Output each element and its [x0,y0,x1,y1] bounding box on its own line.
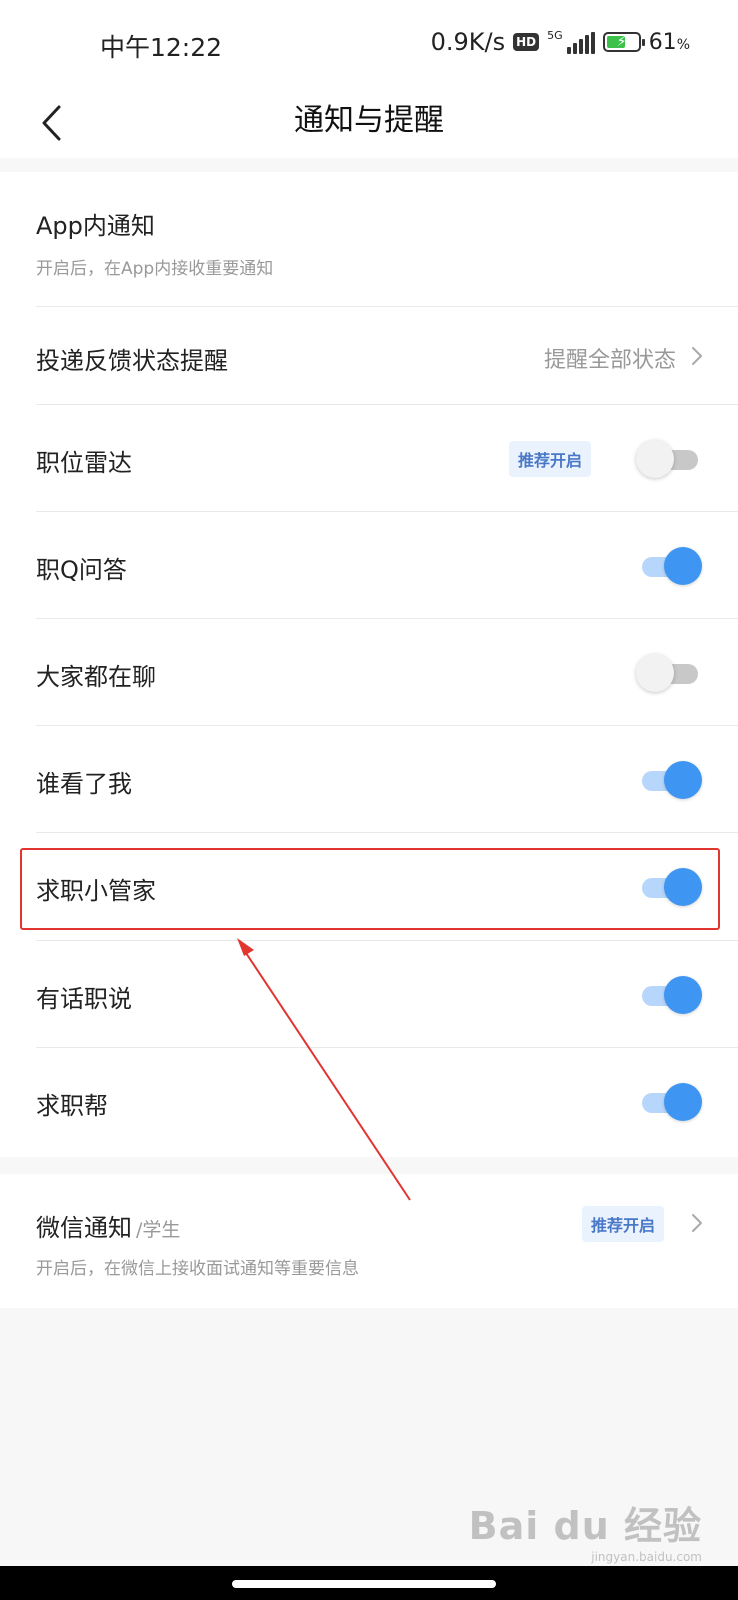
toggle-knob [664,761,702,799]
toggle-knob [664,1083,702,1121]
settings-list: App内通知 开启后，在App内接收重要通知 投递反馈状态提醒 提醒全部状态 职… [0,172,738,1157]
setting-label: 谁看了我 [36,770,132,798]
job-radar-toggle[interactable] [636,440,700,478]
setting-who-viewed: 谁看了我 [0,726,738,833]
setting-value: 提醒全部状态 [543,348,676,373]
network-type: 5G [547,29,563,42]
home-indicator[interactable] [232,1580,496,1588]
toggle-knob [664,547,702,585]
setting-job-qa: 职Q问答 [0,512,738,619]
toggle-knob [664,868,702,906]
wechat-label: 微信通知/学生 [36,1214,181,1242]
watermark-logo: Bai du 经验 [468,1504,702,1548]
signal-icon: 5G [547,30,595,54]
wechat-notify-row[interactable]: 微信通知/学生 推荐开启 开启后，在微信上接收面试通知等重要信息 [0,1174,738,1308]
setting-job-help: 求职帮 [0,1048,738,1155]
job-help-toggle[interactable] [640,1083,702,1121]
setting-label: 大家都在聊 [36,663,156,691]
job-talk-toggle[interactable] [640,976,702,1014]
recommend-badge: 推荐开启 [581,1206,664,1242]
setting-delivery-feedback[interactable]: 投递反馈状态提醒 提醒全部状态 [0,307,738,405]
chevron-right-icon [692,1214,702,1232]
battery-icon: ⚡ [602,32,645,52]
setting-label: 求职小管家 [36,877,156,905]
watermark: Bai du 经验 jingyan.baidu.com [469,1495,702,1564]
setting-label: 求职帮 [36,1092,108,1120]
toggle-knob [664,976,702,1014]
setting-job-assistant: 求职小管家 [0,833,738,941]
setting-label: App内通知 [36,212,155,240]
status-time: 中午12:22 [100,33,223,62]
everyone-chat-toggle[interactable] [636,654,700,692]
home-bar-area [0,1566,738,1600]
page-title: 通知与提醒 [294,103,444,138]
wechat-sub-label: /学生 [136,1219,181,1241]
nav-bar: 通知与提醒 [0,86,738,158]
wechat-description: 开启后，在微信上接收面试通知等重要信息 [36,1259,359,1279]
setting-label: 有话职说 [36,985,132,1013]
setting-label: 职位雷达 [36,449,132,477]
setting-job-talk: 有话职说 [0,941,738,1048]
setting-description: 开启后，在App内接收重要通知 [36,259,274,279]
setting-everyone-chat: 大家都在聊 [0,619,738,726]
recommend-badge: 推荐开启 [508,441,591,477]
setting-label: 投递反馈状态提醒 [36,347,228,375]
hd-icon: HD [513,33,540,51]
charging-icon: ⚡ [616,34,627,50]
watermark-url: jingyan.baidu.com [591,1550,702,1564]
battery-percent: 61% [648,29,690,55]
chevron-right-icon [692,347,702,365]
status-bar: 中午12:22 0.9K/s HD 5G ⚡ 61% [0,0,738,86]
setting-app-notify: App内通知 开启后，在App内接收重要通知 [0,172,738,307]
setting-label: 职Q问答 [36,556,127,584]
setting-job-radar: 职位雷达 推荐开启 [0,405,738,512]
job-qa-toggle[interactable] [640,547,702,585]
status-indicators: 0.9K/s HD 5G ⚡ 61% [431,28,690,56]
job-assistant-toggle[interactable] [640,868,702,906]
toggle-knob [636,440,674,478]
who-viewed-toggle[interactable] [640,761,702,799]
net-speed: 0.9K/s [430,28,506,56]
toggle-knob [636,654,674,692]
